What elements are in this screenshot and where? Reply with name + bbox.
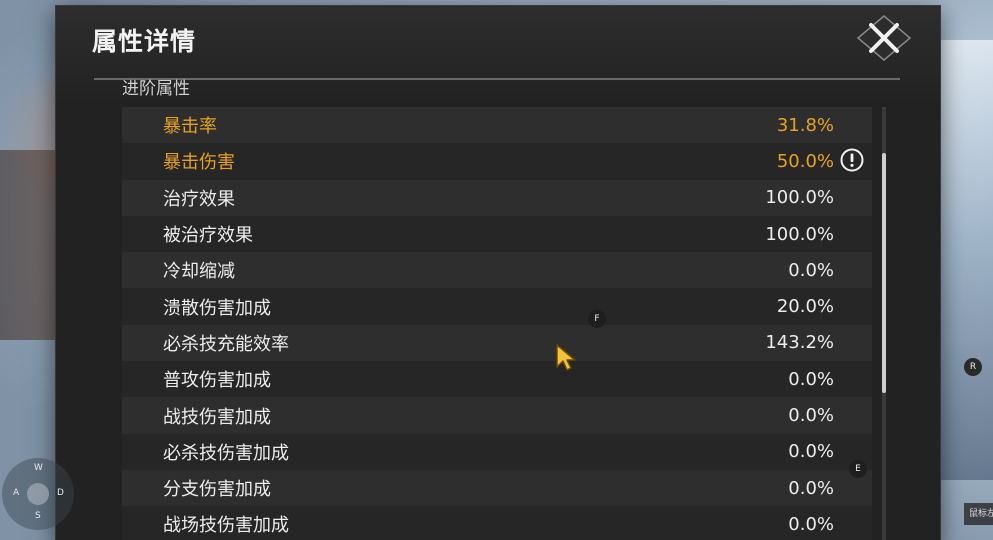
stat-value: 0.0% <box>788 368 834 390</box>
stat-label: 必杀技伤害加成 <box>163 442 289 464</box>
stat-value: 0.0% <box>788 405 834 427</box>
stat-label: 普攻伤害加成 <box>163 370 271 392</box>
stat-value: 0.0% <box>788 441 834 463</box>
stat-row-crit-rate: 暴击率 31.8% <box>122 107 872 144</box>
stat-label: 战场技伤害加成 <box>163 515 289 537</box>
stat-row-healing-received: 被治疗效果 100.0% <box>122 215 872 253</box>
stat-row-ultimate-damage: 必杀技伤害加成 0.0% <box>122 433 872 470</box>
stat-label: 被治疗效果 <box>163 225 253 247</box>
close-x-icon <box>856 15 912 61</box>
stat-row-ultimate-charge: 必杀技充能效率 143.2% <box>122 324 872 362</box>
stat-label: 冷却缩减 <box>163 261 235 283</box>
stat-value: 20.0% <box>776 296 834 318</box>
arrow-cursor-icon <box>556 344 576 371</box>
stat-value: 50.0% <box>776 150 834 172</box>
stat-row-crit-damage: 暴击伤害 50.0% <box>122 143 872 180</box>
stat-value: 143.2% <box>765 332 834 354</box>
stat-label: 暴击伤害 <box>163 152 235 174</box>
stat-row-cooldown-reduction: 冷却缩减 0.0% <box>122 252 872 289</box>
exclamation-circle-icon[interactable] <box>840 148 864 172</box>
stat-label: 分支伤害加成 <box>163 479 271 501</box>
mouse-hint-label: 鼠标左 <box>964 503 993 525</box>
stat-value: 100.0% <box>765 223 834 245</box>
key-a: A <box>13 488 20 498</box>
stat-label: 治疗效果 <box>163 188 235 210</box>
scrollbar[interactable] <box>882 107 886 540</box>
key-s: S <box>35 511 41 521</box>
game-screen: 属性详情 进阶属性 暴击率 31.8% 暴击伤害 50.0% 治疗效果 100.… <box>0 0 993 540</box>
stat-row-stagger-damage: 溃散伤害加成 20.0% <box>122 288 872 325</box>
stat-row-field-skill-damage: 战场技伤害加成 0.0% <box>122 506 872 540</box>
key-d: D <box>57 488 64 498</box>
stat-list: 暴击率 31.8% 暴击伤害 50.0% 治疗效果 100.0% 被治疗效果 1… <box>122 107 872 540</box>
scrollbar-thumb[interactable] <box>882 153 886 393</box>
background-art-left <box>0 150 60 340</box>
stat-row-skill-damage: 战技伤害加成 0.0% <box>122 397 872 434</box>
stat-row-basic-attack-damage: 普攻伤害加成 0.0% <box>122 361 872 398</box>
stat-row-healing: 治疗效果 100.0% <box>122 179 872 216</box>
header-divider <box>94 78 900 80</box>
stat-value: 31.8% <box>776 114 834 136</box>
key-w: W <box>34 463 43 473</box>
stat-label: 必杀技充能效率 <box>163 333 289 355</box>
attribute-details-panel: 属性详情 进阶属性 暴击率 31.8% 暴击伤害 50.0% 治疗效果 100.… <box>56 6 940 540</box>
stat-row-branch-damage: 分支伤害加成 0.0% <box>122 469 872 507</box>
hotkey-r: R <box>964 358 982 376</box>
stat-value: 0.0% <box>788 513 834 535</box>
movement-pad[interactable]: W A S D <box>2 458 74 530</box>
stat-label: 溃散伤害加成 <box>163 297 271 319</box>
section-title-advanced: 进阶属性 <box>122 79 190 99</box>
hotkey-e: E <box>849 460 867 478</box>
movement-pad-center <box>27 483 49 505</box>
stat-label: 战技伤害加成 <box>163 406 271 428</box>
panel-title: 属性详情 <box>92 27 197 56</box>
stat-value: 0.0% <box>788 477 834 499</box>
background-art-right <box>933 40 993 480</box>
stat-value: 0.0% <box>788 259 834 281</box>
hotkey-f: F <box>588 310 606 328</box>
stat-label: 暴击率 <box>163 116 217 138</box>
stat-value: 100.0% <box>765 187 834 209</box>
close-button[interactable] <box>856 14 912 62</box>
